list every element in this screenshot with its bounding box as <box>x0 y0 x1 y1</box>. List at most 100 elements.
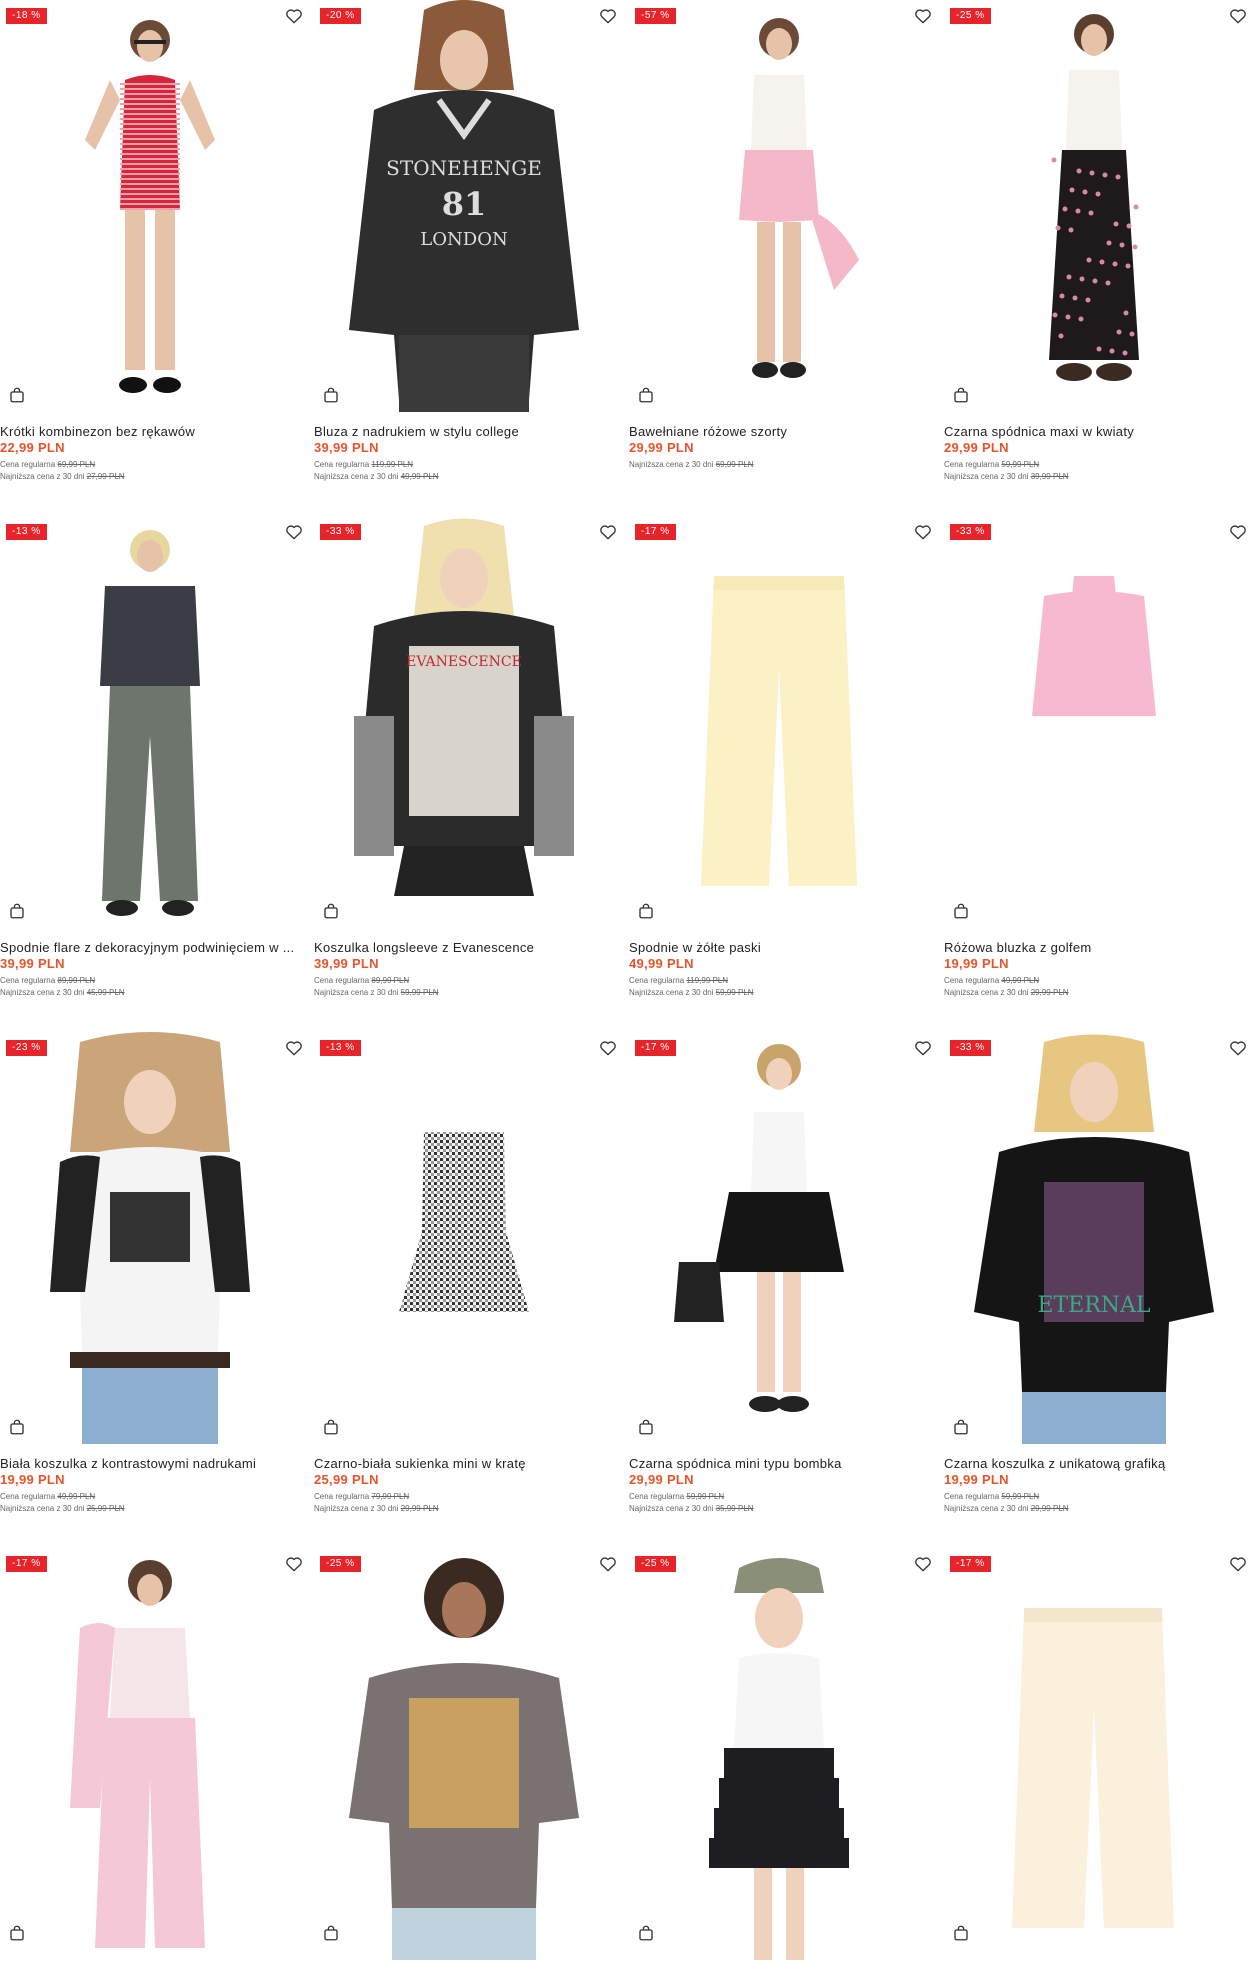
product-photo[interactable] <box>0 0 298 412</box>
product-card[interactable]: -33 % Różowa bluzka z golfem 19,99 PLN C… <box>944 516 1250 1032</box>
product-title[interactable]: Krótki kombinezon bez rękawów <box>0 424 310 439</box>
product-photo[interactable]: ETERNAL <box>944 1032 1242 1444</box>
product-image[interactable] <box>944 1548 1242 1960</box>
heart-icon[interactable] <box>1228 522 1248 542</box>
regular-price: 69,99 PLN <box>57 460 96 469</box>
product-title[interactable]: Czarna spódnica mini typu bombka <box>629 1456 939 1471</box>
product-photo[interactable] <box>944 516 1242 928</box>
product-card[interactable]: -23 % Biała koszulka z kontrastowymi nad… <box>0 1032 314 1548</box>
product-photo[interactable] <box>629 1032 927 1444</box>
heart-icon[interactable] <box>598 1038 618 1058</box>
discount-badge: -20 % <box>320 8 361 24</box>
product-card[interactable]: -17 % <box>944 1548 1250 1971</box>
product-photo[interactable] <box>944 0 1242 412</box>
product-card[interactable]: -25 % <box>629 1548 943 1971</box>
lowest-price: 29,99 PLN <box>1030 1504 1069 1513</box>
product-image[interactable] <box>314 1032 612 1444</box>
product-card[interactable]: -18 % Krótki kombinezon bez rękawów 22,9… <box>0 0 314 516</box>
heart-icon[interactable] <box>913 522 933 542</box>
product-card[interactable]: -17 % <box>0 1548 314 1971</box>
shopping-bag-icon[interactable] <box>637 386 655 404</box>
product-image[interactable] <box>629 0 927 412</box>
product-card[interactable]: -57 % Bawełniane różowe szorty 29,99 PLN… <box>629 0 943 516</box>
heart-icon[interactable] <box>284 1038 304 1058</box>
product-title[interactable]: Czarno-biała sukienka mini w kratę <box>314 1456 624 1471</box>
shopping-bag-icon[interactable] <box>952 386 970 404</box>
heart-icon[interactable] <box>1228 1038 1248 1058</box>
heart-icon[interactable] <box>913 1038 933 1058</box>
product-title[interactable]: Biała koszulka z kontrastowymi nadrukami <box>0 1456 310 1471</box>
heart-icon[interactable] <box>598 6 618 26</box>
product-card[interactable]: -17 % Czarna spódnica mini typu bombka 2… <box>629 1032 943 1548</box>
lowest-price-label: Najniższa cena z 30 dni <box>944 1504 1029 1513</box>
product-image[interactable] <box>629 1548 927 1960</box>
product-card[interactable]: -17 % Spodnie w żółte paski 49,99 PLN Ce… <box>629 516 943 1032</box>
product-title[interactable]: Czarna spódnica maxi w kwiaty <box>944 424 1250 439</box>
product-photo[interactable]: STONEHENGE 81 LONDON <box>314 0 612 412</box>
heart-icon[interactable] <box>284 6 304 26</box>
shopping-bag-icon[interactable] <box>322 1924 340 1942</box>
product-card[interactable]: -13 % Spodnie flare z dekoracyjnym podwi… <box>0 516 314 1032</box>
shopping-bag-icon[interactable] <box>8 1418 26 1436</box>
heart-icon[interactable] <box>284 522 304 542</box>
product-image[interactable] <box>629 516 927 928</box>
product-image[interactable] <box>629 1032 927 1444</box>
shopping-bag-icon[interactable] <box>637 1418 655 1436</box>
shopping-bag-icon[interactable] <box>8 1924 26 1942</box>
lowest-price-line: Najniższa cena z 30 dni 27,99 PLN <box>0 472 125 481</box>
product-card[interactable]: ETERNAL -33 % Czarna koszulka z unikatow… <box>944 1032 1250 1548</box>
product-image[interactable] <box>0 1548 298 1960</box>
heart-icon[interactable] <box>598 522 618 542</box>
shopping-bag-icon[interactable] <box>952 1418 970 1436</box>
product-image[interactable] <box>314 1548 612 1960</box>
shopping-bag-icon[interactable] <box>8 386 26 404</box>
product-card[interactable]: -25 % Czarna spódnica maxi w kwiaty 29,9… <box>944 0 1250 516</box>
shopping-bag-icon[interactable] <box>322 1418 340 1436</box>
product-photo[interactable] <box>629 0 927 412</box>
lowest-price: 59,99 PLN <box>400 988 439 997</box>
shopping-bag-icon[interactable] <box>637 902 655 920</box>
product-image[interactable] <box>944 516 1242 928</box>
product-title[interactable]: Bluza z nadrukiem w stylu college <box>314 424 624 439</box>
product-card[interactable]: -25 % <box>314 1548 628 1971</box>
product-card[interactable]: EVANESCENCE -33 % Koszulka longsleeve z … <box>314 516 628 1032</box>
heart-icon[interactable] <box>1228 1554 1248 1574</box>
heart-icon[interactable] <box>284 1554 304 1574</box>
product-image[interactable] <box>0 0 298 412</box>
heart-icon[interactable] <box>598 1554 618 1574</box>
product-title[interactable]: Spodnie w żółte paski <box>629 940 939 955</box>
product-photo[interactable] <box>629 1548 927 1960</box>
product-card[interactable]: STONEHENGE 81 LONDON -20 % Bluza z nadru… <box>314 0 628 516</box>
shopping-bag-icon[interactable] <box>322 386 340 404</box>
product-image[interactable]: EVANESCENCE <box>314 516 612 928</box>
product-image[interactable] <box>0 1032 298 1444</box>
heart-icon[interactable] <box>1228 6 1248 26</box>
product-photo[interactable] <box>0 1548 298 1960</box>
product-photo[interactable] <box>0 516 298 928</box>
product-photo[interactable] <box>944 1548 1242 1960</box>
product-image[interactable]: STONEHENGE 81 LONDON <box>314 0 612 412</box>
product-image[interactable]: ETERNAL <box>944 1032 1242 1444</box>
shopping-bag-icon[interactable] <box>952 1924 970 1942</box>
product-image[interactable] <box>944 0 1242 412</box>
product-title[interactable]: Spodnie flare z dekoracyjnym podwinięcie… <box>0 940 310 955</box>
product-title[interactable]: Różowa bluzka z golfem <box>944 940 1250 955</box>
product-title[interactable]: Bawełniane różowe szorty <box>629 424 939 439</box>
product-photo[interactable] <box>0 1032 298 1444</box>
product-title[interactable]: Czarna koszulka z unikatową grafiką <box>944 1456 1250 1471</box>
lowest-price: 49,99 PLN <box>400 472 439 481</box>
product-photo[interactable] <box>629 516 927 928</box>
product-card[interactable]: -13 % Czarno-biała sukienka mini w kratę… <box>314 1032 628 1548</box>
lowest-price-line: Najniższa cena z 30 dni 45,99 PLN <box>0 988 125 997</box>
product-photo[interactable] <box>314 1032 612 1444</box>
shopping-bag-icon[interactable] <box>8 902 26 920</box>
shopping-bag-icon[interactable] <box>952 902 970 920</box>
product-photo[interactable]: EVANESCENCE <box>314 516 612 928</box>
heart-icon[interactable] <box>913 6 933 26</box>
product-photo[interactable] <box>314 1548 612 1960</box>
product-image[interactable] <box>0 516 298 928</box>
product-title[interactable]: Koszulka longsleeve z Evanescence <box>314 940 624 955</box>
shopping-bag-icon[interactable] <box>322 902 340 920</box>
heart-icon[interactable] <box>913 1554 933 1574</box>
shopping-bag-icon[interactable] <box>637 1924 655 1942</box>
